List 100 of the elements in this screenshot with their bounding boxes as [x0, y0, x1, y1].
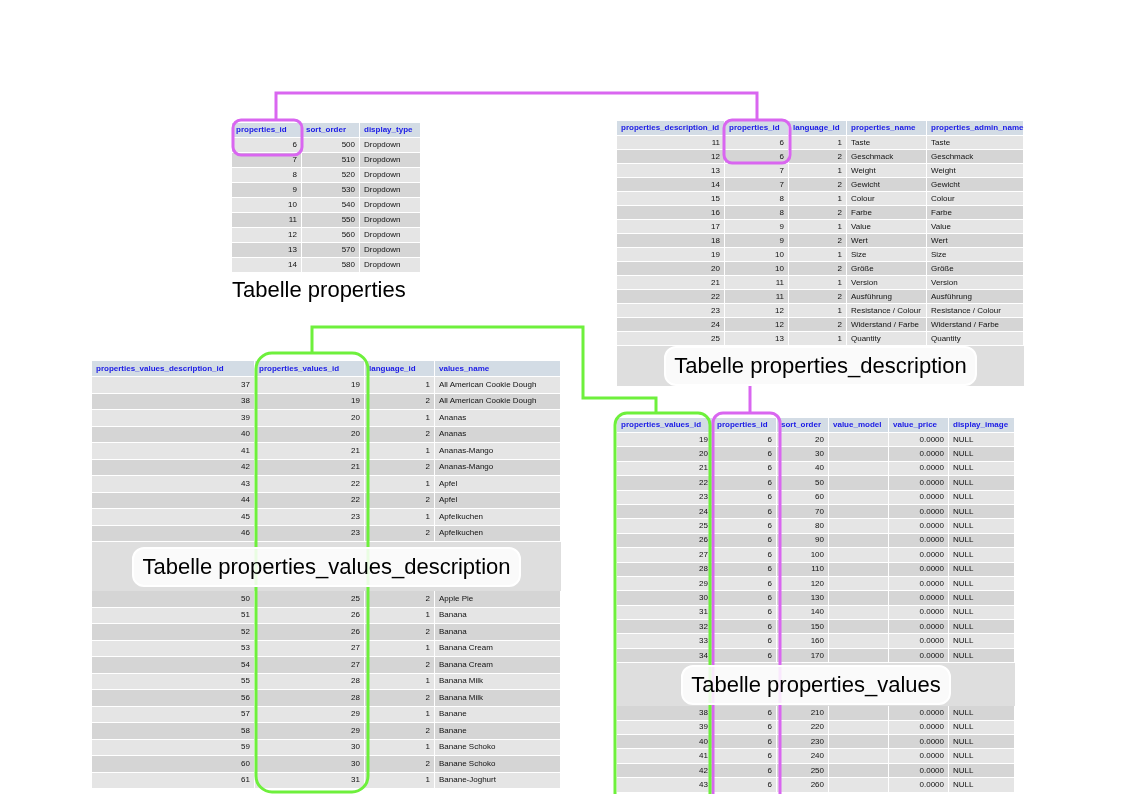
table-cell: 1 [789, 164, 847, 178]
column-header[interactable]: sort_order [777, 418, 829, 433]
connector-line [748, 386, 752, 413]
table-cell: 14 [617, 178, 725, 192]
table-cell: 9 [232, 183, 302, 198]
table-cell [829, 735, 889, 750]
table-cell: Dropdown [360, 138, 421, 153]
table-cell: 510 [302, 153, 360, 168]
table-cell: Gewicht [847, 178, 927, 192]
column-header[interactable]: properties_values_id [255, 361, 365, 377]
table-cell: Größe [847, 262, 927, 276]
table-cell: 550 [302, 213, 360, 228]
table-cell: Resistance / Colour [927, 304, 1024, 318]
column-header[interactable]: language_id [365, 361, 435, 377]
table-cell: 37 [92, 377, 255, 394]
table-cell: Geschmack [927, 150, 1024, 164]
table-cell: Farbe [847, 206, 927, 220]
table-cell: 16 [617, 206, 725, 220]
table-cell: 2 [789, 178, 847, 192]
column-header[interactable]: properties_description_id [617, 121, 725, 136]
table-cell: 12 [725, 318, 789, 332]
column-header[interactable]: display_type [360, 123, 421, 138]
table-cell: 580 [302, 258, 360, 273]
table-cell: 0.0000 [889, 634, 949, 649]
table-cell: Wert [847, 234, 927, 248]
column-header[interactable]: value_model [829, 418, 889, 433]
caption-label: Tabelle properties_values_description [132, 546, 521, 587]
table-cell: NULL [949, 634, 1015, 649]
table-cell: 6 [713, 591, 777, 606]
table-cell: 17 [617, 220, 725, 234]
column-header[interactable]: language_id [789, 121, 847, 136]
table-cell: 2 [789, 262, 847, 276]
table-cell: Wert [927, 234, 1024, 248]
table-cell: 13 [617, 164, 725, 178]
column-header[interactable]: properties_admin_name [927, 121, 1024, 136]
table-cell: 2 [365, 657, 435, 674]
table-cell: Version [927, 276, 1024, 290]
column-header[interactable]: properties_values_id [617, 418, 713, 433]
table-cell: 1 [789, 192, 847, 206]
table-cell: 24 [617, 318, 725, 332]
table-cell [829, 433, 889, 448]
table-cell: 0.0000 [889, 591, 949, 606]
table-cell: NULL [949, 749, 1015, 764]
table-cell: 19 [617, 248, 725, 262]
table-cell: Colour [927, 192, 1024, 206]
table-cell: 23 [255, 509, 365, 526]
column-header[interactable]: display_image [949, 418, 1015, 433]
table-cell: 2 [365, 723, 435, 740]
column-header[interactable]: properties_id [232, 123, 302, 138]
table-cell: 1 [789, 276, 847, 290]
table-cell: 21 [255, 443, 365, 460]
table-cell: Value [847, 220, 927, 234]
table-cell: Value [927, 220, 1024, 234]
column-header[interactable]: properties_values_description_id [92, 361, 255, 377]
table-cell: 0.0000 [889, 749, 949, 764]
table-cell: 100 [777, 548, 829, 563]
table-cell [829, 519, 889, 534]
column-header[interactable]: properties_name [847, 121, 927, 136]
table-cell: 0.0000 [889, 519, 949, 534]
table-cell: 0.0000 [889, 778, 949, 793]
highlight-frame [722, 118, 792, 165]
table-cell: 1 [365, 410, 435, 427]
table-cell: 160 [777, 634, 829, 649]
table-cell: 7 [725, 178, 789, 192]
table-cell: 30 [255, 756, 365, 773]
table-cell: 0.0000 [889, 548, 949, 563]
table-cell: 1 [365, 476, 435, 493]
table-cell: 570 [302, 243, 360, 258]
table-cell: 1 [365, 443, 435, 460]
caption-label: Tabelle properties_description [664, 346, 977, 386]
table-cell: 22 [617, 290, 725, 304]
table-cell: 2 [365, 690, 435, 707]
column-header[interactable]: values_name [435, 361, 561, 377]
table-cell: 27 [255, 657, 365, 674]
table-cell: 9 [725, 220, 789, 234]
table-cell: Dropdown [360, 183, 421, 198]
table-cell: Ananas [435, 410, 561, 427]
table-cell: 12 [725, 304, 789, 318]
table-cell: 56 [92, 690, 255, 707]
column-header[interactable]: sort_order [302, 123, 360, 138]
table-cell: 6 [232, 138, 302, 153]
table-cell: 12 [232, 228, 302, 243]
table-cell: 1 [789, 136, 847, 150]
table-cell: 2 [789, 234, 847, 248]
table-cell: 6 [713, 620, 777, 635]
table-cell: 20 [777, 433, 829, 448]
table-cell: Ausführung [927, 290, 1024, 304]
table-cell: 520 [302, 168, 360, 183]
table-cell: 210 [777, 706, 829, 721]
table-cell [829, 548, 889, 563]
table-cell: 52 [92, 624, 255, 641]
table-cell: 19 [255, 377, 365, 394]
table-cell: 8 [232, 168, 302, 183]
column-header[interactable]: properties_id [713, 418, 777, 433]
table-cell: 2 [789, 206, 847, 220]
table-cell: Quantity [847, 332, 927, 346]
column-header[interactable]: value_price [889, 418, 949, 433]
table-cell: Banane Schoko [435, 756, 561, 773]
table-cell: NULL [949, 620, 1015, 635]
table-cell: 23 [617, 304, 725, 318]
